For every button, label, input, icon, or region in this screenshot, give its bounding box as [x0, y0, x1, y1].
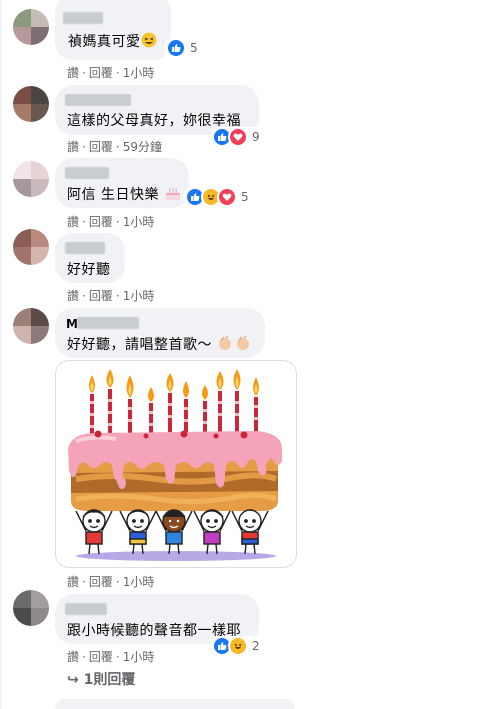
- comment-text: 好好聽，請唱整首歌～: [67, 337, 212, 353]
- cake-illustration: [68, 369, 282, 561]
- avatar[interactable]: [13, 308, 49, 344]
- timestamp[interactable]: 1小時: [123, 215, 155, 229]
- reaction-summary[interactable]: 2: [210, 636, 264, 656]
- view-replies-label: 1則回覆: [83, 672, 136, 688]
- reply-action[interactable]: 回覆: [89, 66, 113, 80]
- view-replies-link[interactable]: ↪ 1則回覆: [67, 669, 135, 689]
- comment-actions: 讚 · 回覆 · 1小時: [67, 215, 155, 229]
- timestamp[interactable]: 1小時: [123, 650, 155, 664]
- avatar[interactable]: [13, 9, 49, 45]
- reaction-count: 2: [252, 639, 260, 653]
- like-action[interactable]: 讚: [67, 650, 79, 664]
- reaction-summary[interactable]: 5: [183, 187, 253, 207]
- haha-icon: [228, 636, 248, 656]
- reaction-count: 5: [241, 190, 249, 204]
- love-icon: [228, 127, 248, 147]
- comment-actions: 讚 · 回覆 · 1小時: [67, 289, 155, 303]
- comment-bubble: 好好聽: [55, 233, 125, 283]
- birthday-cake-sticker[interactable]: [55, 360, 297, 568]
- clapping-hands-icon: [217, 335, 253, 355]
- like-action[interactable]: 讚: [67, 66, 79, 80]
- avatar[interactable]: [13, 86, 49, 122]
- reply-action[interactable]: 回覆: [89, 575, 113, 589]
- comment-actions: 讚 · 回覆 · 59分鐘: [67, 140, 162, 154]
- avatar[interactable]: [13, 590, 49, 626]
- comment-text: 禎媽真可愛: [68, 34, 141, 50]
- like-action[interactable]: 讚: [67, 575, 79, 589]
- timestamp[interactable]: 1小時: [123, 66, 155, 80]
- comment-bubble: 禎媽真可愛: [55, 0, 171, 60]
- reaction-count: 5: [190, 41, 198, 55]
- grinning-squint-face-icon: [141, 32, 157, 52]
- reply-arrow-icon: ↪: [67, 672, 79, 688]
- kids: [75, 509, 276, 561]
- love-icon: [217, 187, 237, 207]
- commenter-name[interactable]: [65, 167, 109, 179]
- reaction-count: 9: [252, 130, 260, 144]
- comment-bubble: M 好好聽，請唱整首歌～: [55, 308, 265, 358]
- commenter-name[interactable]: [65, 242, 105, 254]
- like-action[interactable]: 讚: [67, 215, 79, 229]
- avatar[interactable]: [13, 161, 49, 197]
- thread-guide: [0, 0, 2, 709]
- comment-text: 阿信 生日快樂: [67, 187, 159, 203]
- comment-text: 好好聽: [67, 262, 111, 278]
- commenter-name[interactable]: [63, 12, 103, 24]
- like-action[interactable]: 讚: [67, 140, 79, 154]
- reply-action[interactable]: 回覆: [89, 289, 113, 303]
- next-comment-bubble: [55, 699, 295, 709]
- comment-actions: 讚 · 回覆 · 1小時: [67, 66, 155, 80]
- candles: [89, 369, 259, 439]
- reply-action[interactable]: 回覆: [89, 650, 113, 664]
- like-icon: [166, 38, 186, 58]
- timestamp[interactable]: 1小時: [123, 575, 155, 589]
- reply-action[interactable]: 回覆: [89, 140, 113, 154]
- comment-bubble: 阿信 生日快樂: [55, 158, 189, 208]
- reaction-summary[interactable]: 9: [210, 127, 264, 147]
- comment-actions: 讚 · 回覆 · 1小時: [67, 575, 155, 589]
- commenter-name[interactable]: [77, 317, 139, 329]
- avatar[interactable]: [13, 229, 49, 265]
- birthday-cake-icon: [164, 185, 182, 205]
- reaction-summary[interactable]: 5: [164, 38, 202, 58]
- like-action[interactable]: 讚: [67, 289, 79, 303]
- commenter-name[interactable]: [65, 603, 107, 615]
- cake: [68, 430, 282, 511]
- reply-action[interactable]: 回覆: [89, 215, 113, 229]
- timestamp[interactable]: 1小時: [123, 289, 155, 303]
- comment-actions: 讚 · 回覆 · 1小時: [67, 650, 155, 664]
- timestamp[interactable]: 59分鐘: [123, 140, 162, 154]
- commenter-name[interactable]: [65, 94, 131, 106]
